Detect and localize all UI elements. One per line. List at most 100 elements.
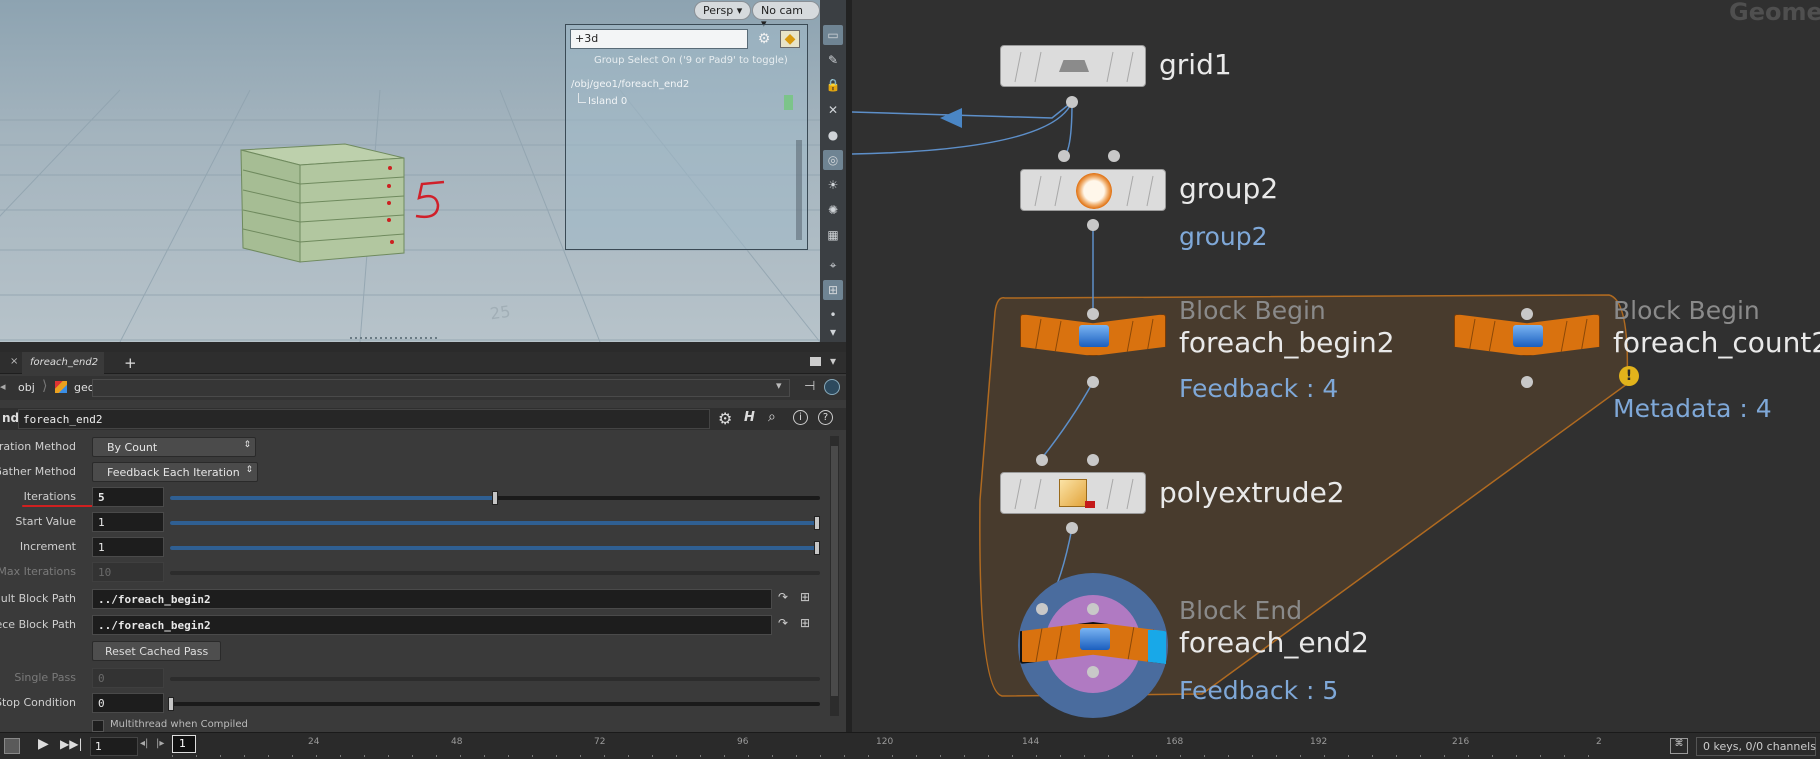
jump-icon[interactable]: ↷ xyxy=(778,616,788,630)
snap-icon[interactable]: ⌖ xyxy=(823,255,843,275)
pane-divider[interactable] xyxy=(846,0,852,732)
add-tab-button[interactable]: + xyxy=(124,354,137,372)
path-field[interactable] xyxy=(92,379,790,397)
light-bulb-icon[interactable]: ✺ xyxy=(823,200,843,220)
node-name-field[interactable]: foreach_end2 xyxy=(18,409,710,429)
polyextrude2-input-port[interactable] xyxy=(1036,454,1048,466)
persp-camera-menu[interactable]: Persp ▾ xyxy=(694,1,752,20)
foreach-begin2-input-port[interactable] xyxy=(1087,308,1099,320)
foreach-end2-output-port[interactable] xyxy=(1087,666,1099,678)
paint-icon[interactable]: ✎ xyxy=(823,50,843,70)
group2-output-port[interactable] xyxy=(1087,219,1099,231)
frame-marker[interactable]: 1 xyxy=(172,735,196,753)
jump-icon[interactable]: ↷ xyxy=(778,590,788,604)
polyextrude2-input-port-2[interactable] xyxy=(1087,454,1099,466)
group2-label: group2 xyxy=(1179,172,1279,205)
keys-icon[interactable]: ⌘ xyxy=(1670,738,1688,754)
tab-foreach-end2[interactable]: foreach_end2 xyxy=(22,352,104,374)
gear-icon[interactable]: ⚙ xyxy=(718,409,732,428)
highlight-icon[interactable]: ◆ xyxy=(780,30,800,48)
sphere-icon[interactable]: ● xyxy=(823,125,843,145)
stop-button[interactable] xyxy=(4,738,20,754)
node-chooser-icon[interactable]: ⊞ xyxy=(800,616,810,630)
gear-icon[interactable]: ⚙ xyxy=(754,30,774,48)
iteration-method-dropdown[interactable]: By Count ⇕ xyxy=(92,437,256,457)
info-icon[interactable]: i xyxy=(793,410,808,425)
node-type-label: nd xyxy=(2,411,20,425)
param-label: Max Iterations xyxy=(0,565,76,578)
timeline-track[interactable]: 1 24 48 72 96 120 144 168 192 216 2 xyxy=(172,735,1602,757)
3d-viewport[interactable]: 25 Persp ▾ No cam ▾ +3d ⚙ ◆ Group Select… xyxy=(0,0,820,342)
foreach-count2-output-port[interactable] xyxy=(1521,376,1533,388)
pane-layout-icon[interactable] xyxy=(810,357,821,366)
no-cam-menu[interactable]: No cam ▾ xyxy=(752,1,820,30)
step-back-icon[interactable]: ◂| xyxy=(140,738,148,749)
reset-cached-pass-button[interactable]: Reset Cached Pass xyxy=(92,641,222,661)
chevron-down-icon[interactable]: ▾ xyxy=(823,322,843,342)
close-icon[interactable]: ✕ xyxy=(823,100,843,120)
warning-icon[interactable]: ! xyxy=(1619,366,1639,386)
increment-field[interactable]: 1 xyxy=(92,537,164,557)
feedback-block-path-field[interactable]: ../foreach_begin2 xyxy=(92,589,772,609)
node-chooser-icon[interactable]: ⊞ xyxy=(800,590,810,604)
foreach-end2-input-port[interactable] xyxy=(1036,603,1048,615)
start-value-slider[interactable] xyxy=(170,516,820,530)
gather-method-dropdown[interactable]: Feedback Each Iteration ⇕ xyxy=(92,462,258,482)
param-scrollbar[interactable] xyxy=(830,436,839,716)
tick-marks xyxy=(172,755,1596,757)
param-label: Increment xyxy=(19,540,76,553)
pin-icon[interactable]: ⊣ xyxy=(804,379,815,394)
frame-field[interactable]: 1 xyxy=(90,737,138,756)
select-tool-icon[interactable]: ▭ xyxy=(823,25,843,45)
multithread-checkbox[interactable] xyxy=(92,720,104,732)
tick-label: 48 xyxy=(451,737,463,747)
group2-input-port[interactable] xyxy=(1058,150,1070,162)
render-icon[interactable]: ▦ xyxy=(823,225,843,245)
island-item[interactable]: Island 0 xyxy=(588,96,627,107)
path-back-icon[interactable]: ◂ xyxy=(0,380,6,393)
step-forward-icon[interactable]: |▸ xyxy=(156,738,164,749)
grid1-output-port[interactable] xyxy=(1066,96,1078,108)
help-h-icon[interactable]: H xyxy=(744,410,755,425)
path-dropdown-icon[interactable]: ▾ xyxy=(776,379,782,392)
selection-panel: +3d ⚙ ◆ Group Select On ('9 or Pad9' to … xyxy=(565,24,808,250)
group2-node[interactable] xyxy=(1020,169,1166,211)
path-bar: ◂ obj ⟩ geo1 ▾ ⊣ xyxy=(0,376,846,400)
foreach-count2-input-port[interactable] xyxy=(1521,308,1533,320)
link-icon[interactable] xyxy=(824,379,840,395)
param-piece-block-path: iece Block Path ../foreach_begin2 ↷ ⊞ xyxy=(0,614,830,636)
foreach-end2-input-port-2[interactable] xyxy=(1087,603,1099,615)
stop-condition-field[interactable]: 0 xyxy=(92,693,164,713)
stop-condition-slider[interactable] xyxy=(168,697,820,711)
pane-menu-icon[interactable]: ▾ xyxy=(830,354,836,368)
help-icon[interactable]: ? xyxy=(818,410,833,425)
parameter-header: nd foreach_end2 ⚙ H ⌕ i ? xyxy=(0,408,846,430)
lock-icon[interactable]: 🔒 xyxy=(823,75,843,95)
network-editor[interactable]: Geomet grid1 xyxy=(852,0,1820,732)
iterations-slider[interactable] xyxy=(170,491,820,505)
tick-label: 72 xyxy=(594,737,606,747)
polyextrude2-output-port[interactable] xyxy=(1066,522,1078,534)
display-flag[interactable] xyxy=(1148,630,1166,664)
polyextrude2-node[interactable] xyxy=(1000,472,1146,514)
close-tab-icon[interactable]: × xyxy=(10,356,18,367)
foreach-begin2-output-port[interactable] xyxy=(1087,376,1099,388)
camera-icon[interactable]: ◎ xyxy=(823,150,843,170)
piece-block-path-field[interactable]: ../foreach_begin2 xyxy=(92,615,772,635)
iterations-field[interactable]: 5 xyxy=(92,487,164,507)
play-button[interactable]: ▶ xyxy=(38,736,49,752)
breadcrumb-obj[interactable]: obj xyxy=(18,381,35,394)
light-icon[interactable]: ☀ xyxy=(823,175,843,195)
param-feedback-block-path: ault Block Path ../foreach_begin2 ↷ ⊞ xyxy=(0,588,830,610)
end-button[interactable]: ▶▶| xyxy=(60,737,83,751)
group-select-input[interactable]: +3d xyxy=(570,29,748,49)
stacked-box-mesh[interactable] xyxy=(240,143,405,263)
start-value-field[interactable]: 1 xyxy=(92,512,164,532)
grid1-node[interactable] xyxy=(1000,45,1146,87)
param-iterations: Iterations 5 xyxy=(0,486,830,508)
handle-icon[interactable]: ⊞ xyxy=(823,280,843,300)
selection-scrollbar[interactable] xyxy=(796,140,802,240)
increment-slider[interactable] xyxy=(170,541,820,555)
search-icon[interactable]: ⌕ xyxy=(768,409,776,425)
group2-input-port-2[interactable] xyxy=(1108,150,1120,162)
